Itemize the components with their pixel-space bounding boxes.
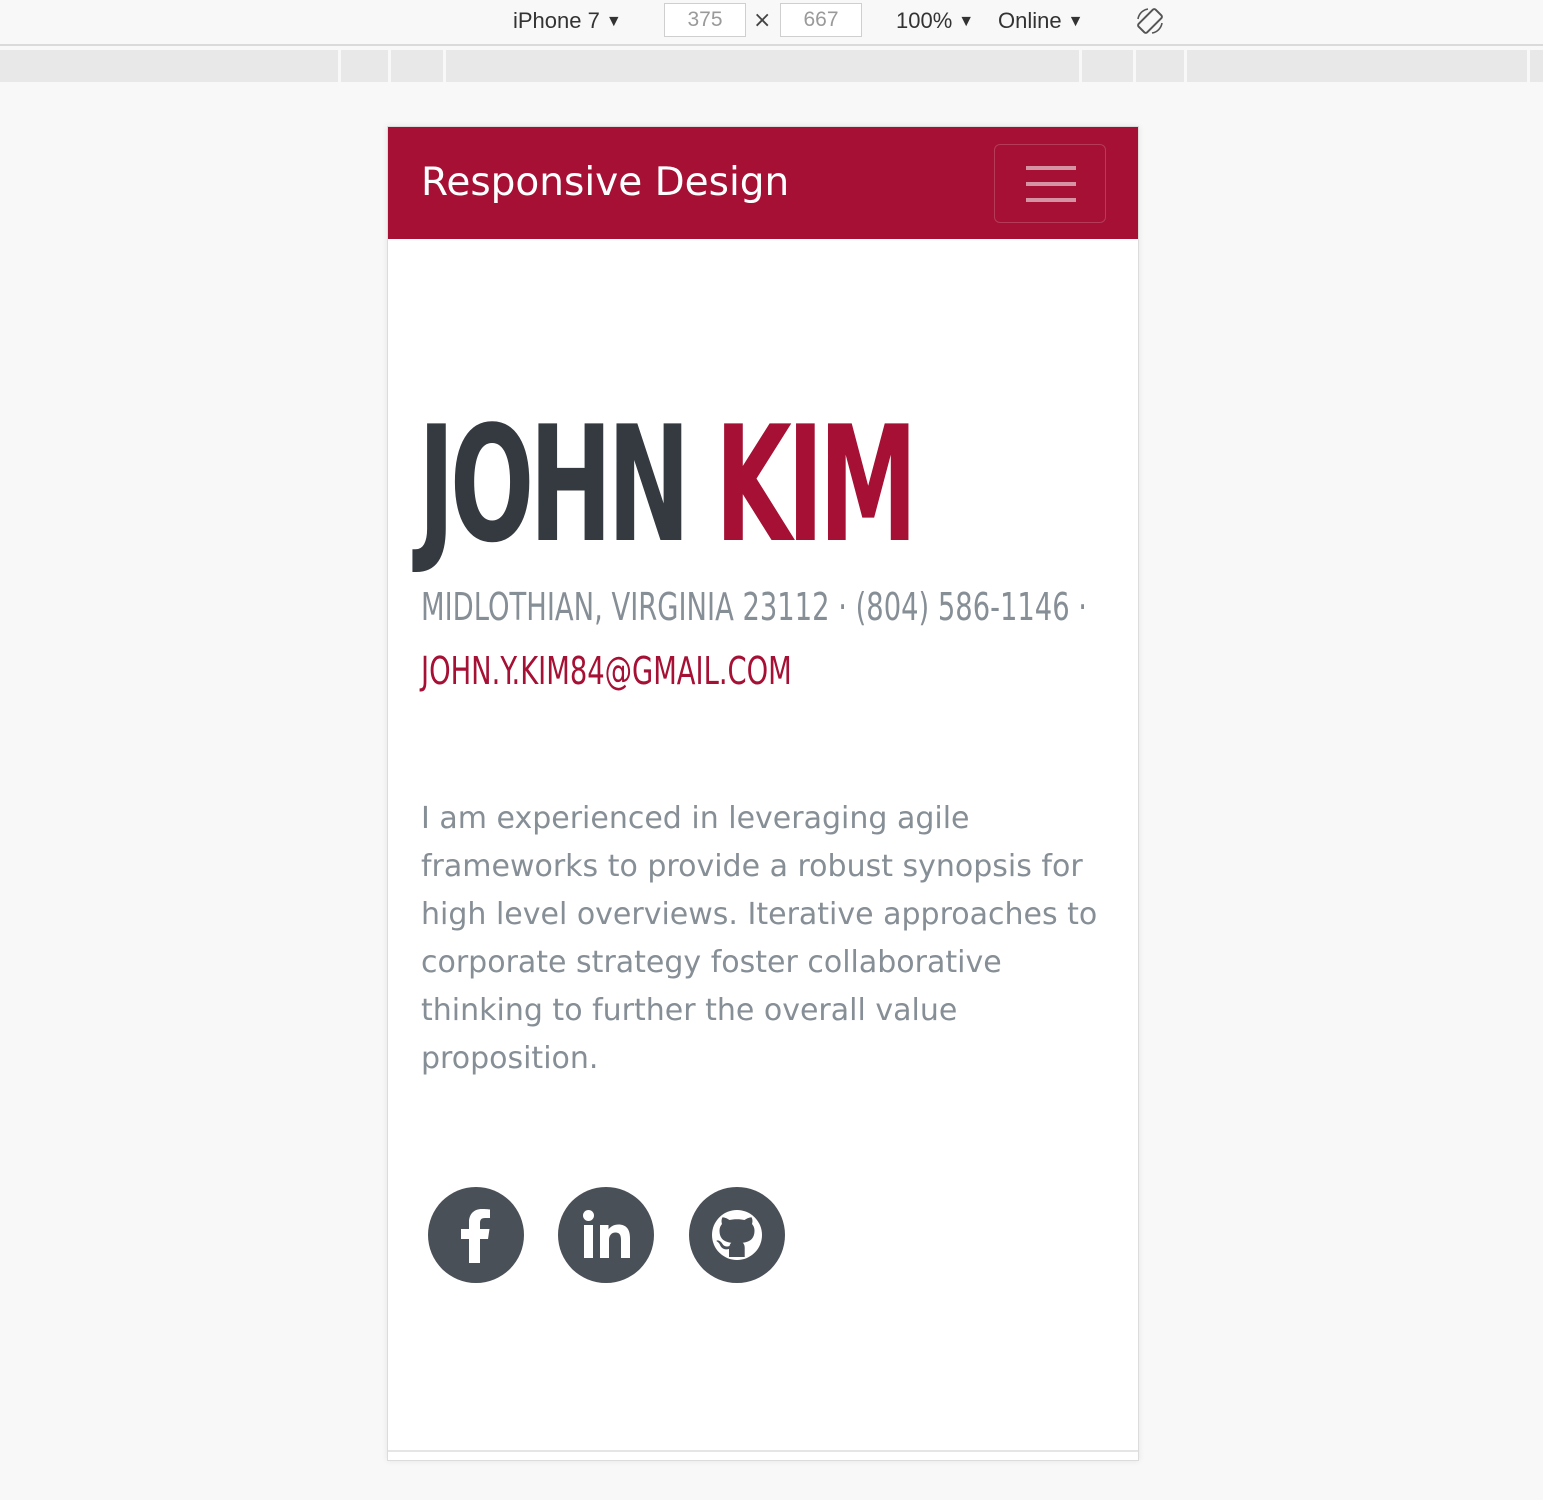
navbar: Responsive Design	[388, 127, 1138, 239]
caret-down-icon: ▼	[1067, 13, 1084, 30]
ruler-divider	[1133, 50, 1136, 82]
ruler-divider	[1079, 50, 1082, 82]
facebook-link[interactable]	[428, 1187, 524, 1283]
navbar-brand[interactable]: Responsive Design	[421, 157, 789, 209]
hero-name: JOHN KIM	[418, 395, 918, 575]
dimension-separator: ×	[753, 8, 772, 33]
media-query-ruler[interactable]	[0, 50, 1543, 82]
ruler-divider	[388, 50, 391, 82]
section-divider	[388, 1450, 1138, 1452]
width-input[interactable]: 375	[664, 3, 746, 37]
facebook-icon	[461, 1209, 490, 1263]
caret-down-icon: ▼	[958, 13, 975, 30]
email-link[interactable]: john.y.kim84@gmail.com	[421, 639, 925, 703]
device-viewport: Responsive Design JOHN KIM Midlothian, V…	[387, 126, 1139, 1461]
device-select-label: iPhone 7	[513, 8, 600, 33]
zoom-select[interactable]: 100% ▼	[896, 6, 974, 36]
hamburger-icon	[1026, 198, 1076, 202]
device-toolbar: iPhone 7 ▼ 375 × 667 100% ▼ Online ▼	[0, 0, 1543, 46]
rotate-icon[interactable]	[1134, 5, 1166, 37]
ruler-divider	[1527, 50, 1530, 82]
caret-down-icon: ▼	[605, 13, 622, 30]
navbar-toggle-button[interactable]	[994, 144, 1106, 223]
ruler-divider	[1184, 50, 1187, 82]
hamburger-icon	[1026, 166, 1076, 170]
zoom-select-label: 100%	[896, 8, 953, 33]
first-name: JOHN	[418, 391, 690, 578]
bio-text: I am experienced in leveraging agile fra…	[421, 801, 1098, 1076]
contact-subheading: Midlothian, Virginia 23112 · (804) 586-1…	[421, 575, 1088, 703]
network-select-label: Online	[998, 8, 1062, 33]
ruler-divider	[338, 50, 341, 82]
ruler-divider	[443, 50, 446, 82]
github-icon	[712, 1210, 762, 1260]
github-link[interactable]	[689, 1187, 785, 1283]
linkedin-link[interactable]	[558, 1187, 654, 1283]
last-name: KIM	[715, 391, 918, 578]
device-select[interactable]: iPhone 7 ▼	[513, 6, 622, 36]
network-throttle-select[interactable]: Online ▼	[998, 6, 1083, 36]
address-line: Midlothian, Virginia 23112 · (804) 586-1…	[421, 585, 1088, 629]
hamburger-icon	[1026, 182, 1076, 186]
linkedin-icon	[583, 1210, 630, 1258]
height-input[interactable]: 667	[780, 3, 862, 37]
